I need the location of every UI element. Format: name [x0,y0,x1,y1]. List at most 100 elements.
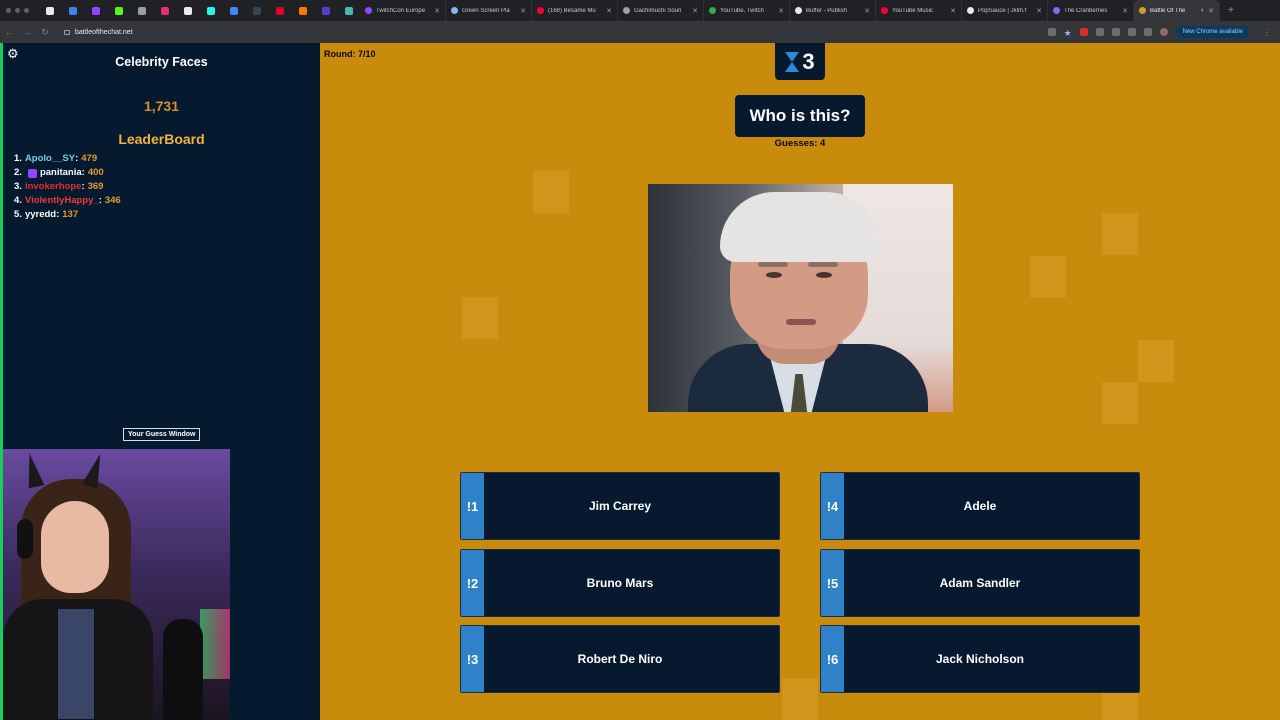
pinned-tab-tumblr-icon[interactable] [245,0,268,21]
twitch-badge-icon [27,168,37,178]
browser-tab[interactable]: TwitchCon Europe ✕ [360,0,446,21]
browser-tab[interactable]: YouTube, Twitch ✕ [704,0,790,21]
tab-favicon-icon [451,7,458,14]
celebrity-photo [648,184,953,412]
pinned-tab-twitch-icon[interactable] [84,0,107,21]
webcam-person-face [41,501,109,593]
tab-close-icon[interactable]: ✕ [778,7,784,15]
tab-close-icon[interactable]: ✕ [950,7,956,15]
background-square [1102,382,1138,424]
streamer-webcam [3,449,230,720]
pinned-tabs [38,0,360,21]
question-prompt: Who is this? [735,95,865,137]
reload-icon[interactable]: ↻ [36,27,54,38]
guess-count: Guesses: 4 [774,138,826,149]
more-menu-icon[interactable]: ⋮ [1258,27,1276,38]
tab-favicon-icon [537,7,544,14]
leaderboard-row: 5. yyredd: 137 [14,209,79,220]
browser-tab-bar: TwitchCon Europe ✕ Green Screen Pla ✕ (168… [0,0,1280,21]
url-field[interactable]: battleofthechat.net [60,24,1020,40]
new-tab-button[interactable]: + [1220,5,1234,16]
answer-label: Robert De Niro [577,652,663,666]
bookmark-star-icon[interactable]: ★ [1064,28,1072,38]
answer-option-6[interactable]: !6 Jack Nicholson [820,625,1140,693]
pinned-tab-u-icon[interactable] [314,0,337,21]
answer-key: !4 [821,473,844,539]
player-name: Apolo__SY [24,153,76,164]
pinned-tab-arrow-icon[interactable] [222,0,245,21]
guess-window-button[interactable]: Your Guess Window [123,428,201,441]
shield-icon[interactable] [1111,28,1120,36]
pinned-tab-pinterest-icon[interactable] [268,0,291,21]
answer-option-2[interactable]: !2 Bruno Mars [460,549,780,617]
browser-tab[interactable]: Gachimuchi Soun ✕ [618,0,704,21]
address-bar: ← → ↻ battleofthechat.net ★ New Chrome a… [0,21,1280,43]
tab-favicon-icon [365,7,372,14]
answer-option-1[interactable]: !1 Jim Carrey [460,472,780,540]
answer-key: !3 [461,626,484,692]
tab-close-icon[interactable]: ✕ [1122,7,1128,15]
tab-close-icon[interactable]: ✕ [1036,7,1042,15]
tab-close-icon[interactable]: ✕ [606,7,612,15]
webcam-horn-left [21,451,45,489]
leaderboard-list: 1. Apolo__SY: 479 2. panitania: 400 3. i… [14,152,121,222]
answer-label: Jack Nicholson [935,652,1025,666]
answer-key: !6 [821,626,844,692]
cast-icon[interactable] [1047,28,1056,36]
url-text: battleofthechat.net [75,28,133,36]
browser-tab[interactable]: YouTube Music ✕ [876,0,962,21]
browser-tab[interactable]: PopSauce | Jklm.f ✕ [962,0,1048,21]
pinned-tab-loop-icon[interactable] [337,0,360,21]
media-icon[interactable] [1143,28,1152,36]
answer-option-4[interactable]: !4 Adele [820,472,1140,540]
player-score: 479 [81,153,98,164]
player-score: 137 [62,209,79,220]
browser-tab[interactable]: Green Screen Pla ✕ [446,0,532,21]
webcam-person-shirt [58,609,94,719]
pinned-tab-threads-icon[interactable] [176,0,199,21]
background-square [1102,213,1138,255]
browser-tab[interactable]: Buffer - Publish ✕ [790,0,876,21]
pinned-tab-tiktok-icon[interactable] [199,0,222,21]
pinned-tab-docs-icon[interactable] [38,0,61,21]
player-score: 369 [87,181,104,192]
update-chrome-button[interactable]: New Chrome available [1175,26,1250,38]
tab-favicon-icon [967,7,974,14]
tab-close-icon[interactable]: ✕ [864,7,870,15]
pinned-tab-instagram-icon[interactable] [153,0,176,21]
browser-tab[interactable]: (168) Besame Mu ✕ [532,0,618,21]
pinned-tab-k-icon[interactable] [107,0,130,21]
pinned-tab-rocket-icon[interactable] [291,0,314,21]
tab-close-icon[interactable]: ✕ [692,7,698,15]
browser-tab[interactable]: The Cranberries ✕ [1048,0,1134,21]
back-icon[interactable]: ← [0,27,18,37]
leaderboard-title: LeaderBoard [118,131,205,147]
webcam-horn-right [82,451,108,489]
site-info-icon[interactable] [64,29,70,35]
leaderboard-row: 2. panitania: 400 [14,167,104,178]
tab-favicon-icon [1053,7,1060,14]
profile-avatar[interactable] [1159,28,1168,36]
puzzle-icon[interactable] [1127,28,1136,36]
background-square [1102,693,1138,720]
browser-tab-active[interactable]: Battle Of The ◖ ✕ [1134,0,1220,21]
background-square [1030,256,1066,298]
tab-close-icon[interactable]: ✕ [434,7,440,15]
tab-favicon-icon [623,7,630,14]
extension-icon[interactable] [1095,28,1104,36]
countdown-timer: 3 [775,43,825,80]
leaderboard-row: 3. invokerhope: 369 [14,181,104,192]
answer-option-5[interactable]: !5 Adam Sandler [820,549,1140,617]
tab-audio-icon[interactable]: ◖ [1200,7,1204,14]
window-controls[interactable] [0,8,38,13]
pinned-tab-audio-icon[interactable] [130,0,153,21]
answer-option-3[interactable]: !3 Robert De Niro [460,625,780,693]
tab-close-icon[interactable]: ✕ [1208,7,1214,15]
forward-icon[interactable]: → [18,27,36,37]
answer-label: Adam Sandler [939,576,1021,590]
pinned-tab-p-icon[interactable] [61,0,84,21]
tab-close-icon[interactable]: ✕ [520,7,526,15]
player-name: panitania [39,167,82,178]
answer-label: Adele [963,499,997,513]
extension-red-icon[interactable] [1079,28,1088,36]
